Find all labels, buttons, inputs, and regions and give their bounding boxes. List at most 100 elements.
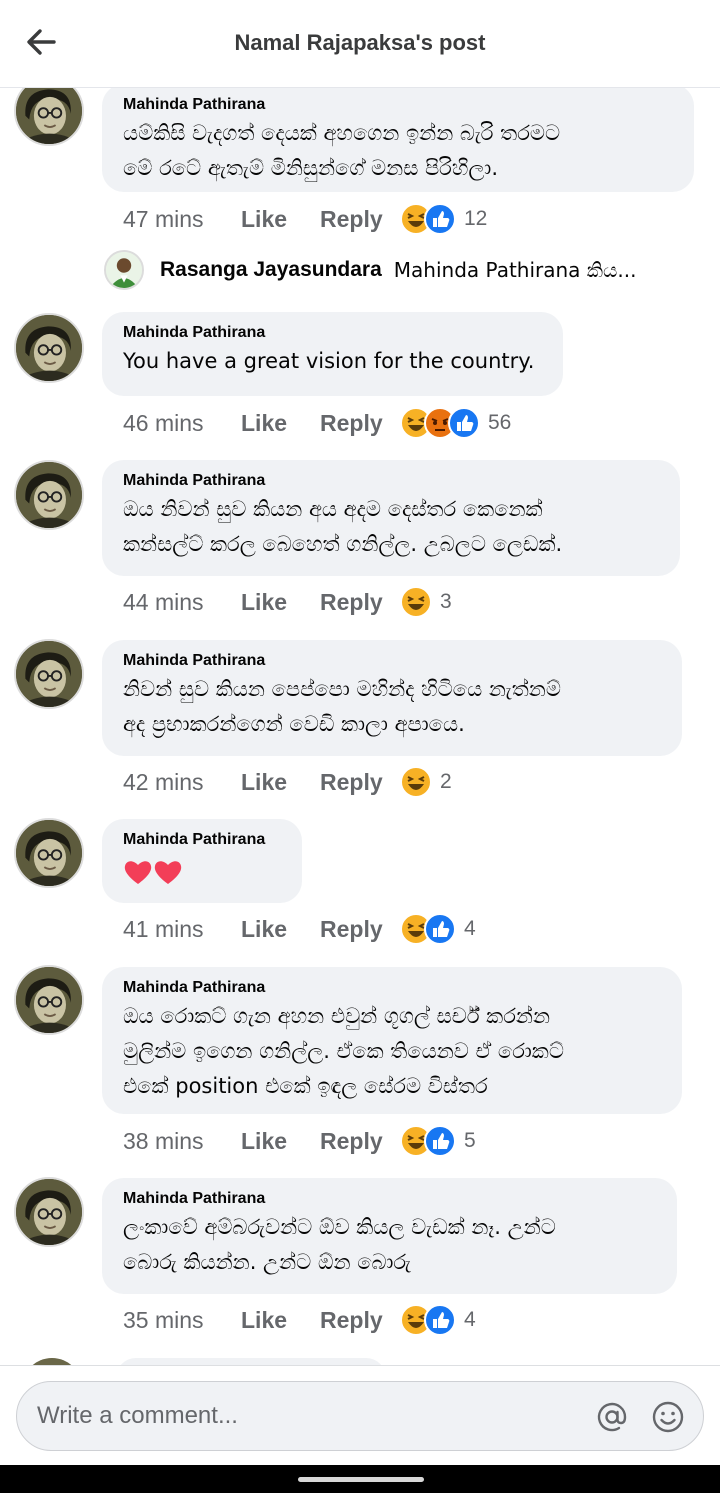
like-reaction-icon: [448, 407, 480, 439]
like-button[interactable]: Like: [241, 206, 320, 233]
reply-snippet: Mahinda Pathirana කිය...: [393, 258, 637, 282]
comment-time[interactable]: 47 mins: [123, 206, 241, 233]
avatar[interactable]: [14, 639, 84, 709]
comment-time[interactable]: 38 mins: [123, 1128, 241, 1155]
like-reaction-icon: [424, 203, 456, 235]
heart-icon: [154, 861, 182, 884]
comment-time[interactable]: 46 mins: [123, 410, 241, 437]
like-reaction-icon: [424, 913, 456, 945]
haha-reaction-icon: [400, 586, 432, 618]
reactions-summary[interactable]: [400, 203, 456, 235]
reaction-count[interactable]: 56: [488, 411, 511, 435]
comment-author[interactable]: Mahinda Pathirana: [123, 471, 660, 491]
reactions-summary[interactable]: [400, 1304, 456, 1336]
like-reaction-icon: [424, 1304, 456, 1336]
comment-actions: 47 mins Like Reply 12: [123, 203, 487, 235]
reply-button[interactable]: Reply: [320, 1128, 400, 1155]
comment-text-line: මුලින්ම ඉගෙන ගනිල්ල. ඒකෙ තියෙනව ඒ රොකට්: [123, 1039, 564, 1063]
comment-author[interactable]: Mahinda Pathirana: [123, 323, 543, 343]
comment-bubble[interactable]: [116, 1358, 386, 1365]
comment-author[interactable]: Mahinda Pathirana: [123, 978, 662, 998]
page-title: Namal Rajapaksa's post: [234, 30, 486, 55]
comment-author[interactable]: Mahinda Pathirana: [123, 95, 674, 115]
comment-input[interactable]: Write a comment...: [16, 1381, 704, 1451]
comment-bubble[interactable]: Mahinda Pathirana යම්කිසි වැදගත් දෙයක් අ…: [102, 88, 694, 192]
comments-feed[interactable]: Mahinda Pathirana යම්කිසි වැදගත් දෙයක් අ…: [0, 88, 720, 1365]
at-icon[interactable]: [595, 1400, 629, 1434]
avatar[interactable]: [14, 313, 84, 383]
comment-text-line: අද ප්‍රභාකරන්ගෙන් වෙඩි කාලා අපායෙ.: [123, 712, 465, 736]
reply-button[interactable]: Reply: [320, 589, 400, 616]
comment-time[interactable]: 44 mins: [123, 589, 241, 616]
comment-actions: 44 mins Like Reply 3: [123, 586, 452, 618]
comment-text-line: බොරු කියන්න. උන්ට ඕන බොරු: [123, 1250, 411, 1274]
comment-bubble[interactable]: Mahinda Pathirana ඔය රොකට් ගැන අහන එවුන්…: [102, 967, 682, 1114]
reactions-summary[interactable]: [400, 913, 456, 945]
smiley-icon[interactable]: [651, 1400, 685, 1434]
like-button[interactable]: Like: [241, 589, 320, 616]
reaction-count[interactable]: 2: [440, 770, 452, 794]
like-reaction-icon: [424, 1125, 456, 1157]
comment-text-line: නිවන් සුව කියන පෙප්පො මහින්ද හිටියෙ නැත්…: [123, 677, 561, 701]
heart-emoji-icon: [123, 856, 282, 888]
like-button[interactable]: Like: [241, 1307, 320, 1334]
reactions-summary[interactable]: [400, 1125, 456, 1157]
comment-bubble[interactable]: Mahinda Pathirana: [102, 819, 302, 903]
reaction-count[interactable]: 4: [464, 1308, 476, 1332]
reply-preview[interactable]: Rasanga Jayasundara Mahinda Pathirana කි…: [104, 250, 636, 290]
reactions-summary[interactable]: [400, 766, 432, 798]
comment-time[interactable]: 42 mins: [123, 769, 241, 796]
comment-text-line: කන්සල්ට් කරල බෙහෙත් ගනිල්ල. උබලට ලෙඩක්.: [123, 532, 563, 556]
reply-button[interactable]: Reply: [320, 916, 400, 943]
haha-reaction-icon: [400, 766, 432, 798]
home-indicator[interactable]: [298, 1477, 424, 1482]
reaction-count[interactable]: 5: [464, 1129, 476, 1153]
comment-composer: Write a comment...: [0, 1365, 720, 1465]
comment-actions: 35 mins Like Reply 4: [123, 1304, 476, 1336]
avatar[interactable]: [14, 965, 84, 1035]
comment-text-line: You have a great vision for the country.: [123, 349, 535, 373]
avatar[interactable]: [14, 88, 84, 146]
reply-button[interactable]: Reply: [320, 1307, 400, 1334]
comment-text-line: යම්කිසි වැදගත් දෙයක් අහගෙන ඉන්න බැරි තරම…: [123, 121, 561, 145]
reaction-count[interactable]: 4: [464, 917, 476, 941]
comment-actions: 38 mins Like Reply 5: [123, 1125, 476, 1157]
avatar[interactable]: [14, 818, 84, 888]
comment-actions: 41 mins Like Reply 4: [123, 913, 476, 945]
comment-input-placeholder[interactable]: Write a comment...: [37, 1402, 238, 1430]
comment-bubble[interactable]: Mahinda Pathirana ඔය නිවන් සුව කියන අය අ…: [102, 460, 680, 576]
reply-button[interactable]: Reply: [320, 769, 400, 796]
comment-text-line: ඔය නිවන් සුව කියන අය අදම දෙස්තර කෙනෙක්: [123, 497, 543, 521]
reply-button[interactable]: Reply: [320, 206, 400, 233]
comment-bubble[interactable]: Mahinda Pathirana ලංකාවේ අම්බරුවන්ට ඕව ක…: [102, 1178, 677, 1294]
comment-author[interactable]: Mahinda Pathirana: [123, 651, 662, 671]
comment-time[interactable]: 41 mins: [123, 916, 241, 943]
comment-text-line: ලංකාවේ අම්බරුවන්ට ඕව කියල වැඩක් නෑ. උන්ට: [123, 1215, 556, 1239]
comment-text-line: ඔය රොකට් ගැන අහන එවුන් ගූගල් සර්ච් කරන්න: [123, 1004, 551, 1028]
like-button[interactable]: Like: [241, 1128, 320, 1155]
system-navigation-bar: [0, 1465, 720, 1493]
comment-text-line: මේ රටේ ඇතැම් මිනිසුන්ගේ මනස පිරිහිලා.: [123, 156, 499, 180]
avatar[interactable]: [14, 1177, 84, 1247]
reply-button[interactable]: Reply: [320, 410, 400, 437]
comment-bubble[interactable]: Mahinda Pathirana නිවන් සුව කියන පෙප්පො …: [102, 640, 682, 756]
comment-author[interactable]: Mahinda Pathirana: [123, 830, 282, 850]
comment-text-line: එකේ position එකේ ඉඳල සේරම විස්තර: [123, 1074, 488, 1098]
like-button[interactable]: Like: [241, 410, 320, 437]
reaction-count[interactable]: 12: [464, 207, 487, 231]
comment-actions: 46 mins Like Reply 56: [123, 407, 511, 439]
like-button[interactable]: Like: [241, 769, 320, 796]
comment-bubble[interactable]: Mahinda Pathirana You have a great visio…: [102, 312, 563, 396]
post-header: Namal Rajapaksa's post: [0, 0, 720, 88]
avatar[interactable]: [104, 250, 144, 290]
comment-actions: 42 mins Like Reply 2: [123, 766, 452, 798]
reaction-count[interactable]: 3: [440, 590, 452, 614]
like-button[interactable]: Like: [241, 916, 320, 943]
avatar[interactable]: [22, 1358, 82, 1365]
reactions-summary[interactable]: [400, 586, 432, 618]
reactions-summary[interactable]: [400, 407, 480, 439]
comment-author[interactable]: Mahinda Pathirana: [123, 1189, 657, 1209]
avatar[interactable]: [14, 460, 84, 530]
reply-author[interactable]: Rasanga Jayasundara: [160, 258, 382, 282]
comment-time[interactable]: 35 mins: [123, 1307, 241, 1334]
